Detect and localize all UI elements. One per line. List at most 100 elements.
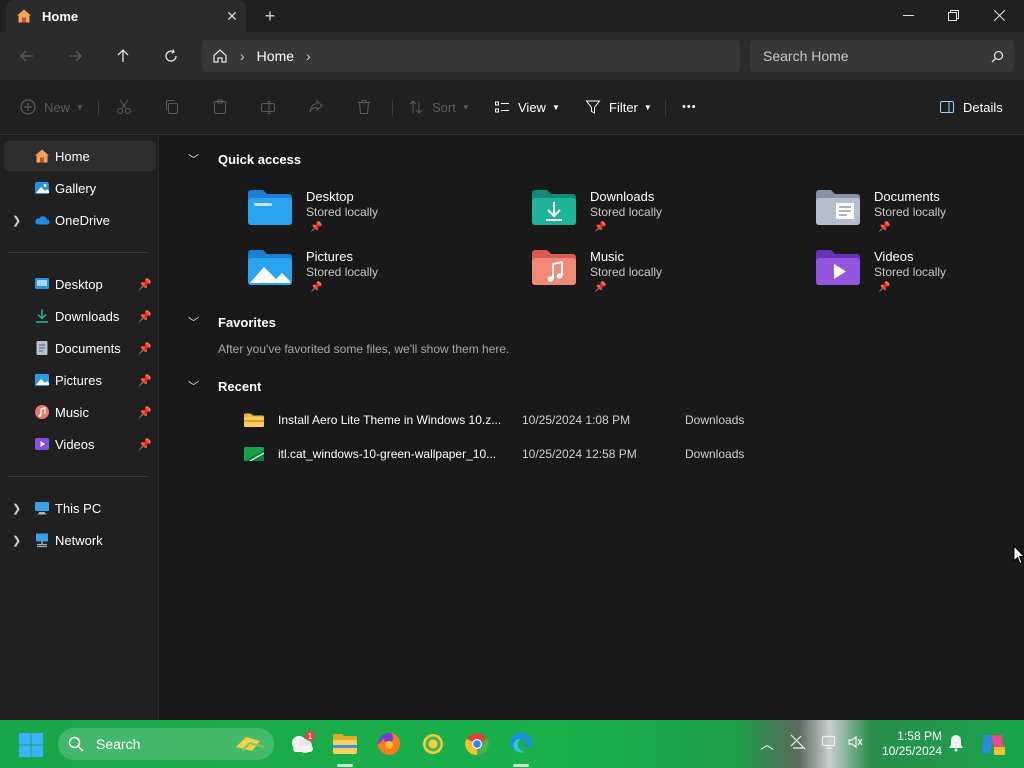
paste-button[interactable] xyxy=(212,95,228,119)
firefox-icon[interactable] xyxy=(375,730,403,758)
chevron-up-icon[interactable]: ︿ xyxy=(760,734,774,754)
notification-bell-icon[interactable] xyxy=(948,734,964,752)
weather-app-icon[interactable]: 1 xyxy=(288,730,316,758)
sidebar-item-network[interactable]: ❯ Network xyxy=(4,525,156,555)
pin-icon[interactable]: 📌 xyxy=(138,342,152,355)
sidebar-item-documents[interactable]: Documents 📌 xyxy=(4,333,156,363)
sidebar-item-downloads[interactable]: Downloads 📌 xyxy=(4,301,156,331)
pin-icon: 📌 xyxy=(310,282,323,293)
quick-access-item-documents[interactable]: Documents Stored locally 📌 xyxy=(816,189,1024,245)
sidebar-item-music[interactable]: Music 📌 xyxy=(4,397,156,427)
folder-status: Stored locally xyxy=(306,205,379,219)
delete-button[interactable] xyxy=(356,95,372,119)
rename-icon xyxy=(261,101,275,114)
rename-button[interactable] xyxy=(260,95,276,119)
sidebar-item-home[interactable]: Home xyxy=(4,141,156,171)
videos-folder-icon xyxy=(816,250,860,285)
search-input[interactable]: Search Home xyxy=(750,40,1014,72)
sidebar-item-label: Home xyxy=(55,148,90,164)
sidebar-item-label: Documents xyxy=(55,340,121,356)
sidebar-item-pictures[interactable]: Pictures 📌 xyxy=(4,365,156,395)
folder-name: Documents xyxy=(874,189,940,204)
sidebar-item-videos[interactable]: Videos 📌 xyxy=(4,429,156,459)
restore-button[interactable] xyxy=(930,0,976,30)
sidebar-item-onedrive[interactable]: ❯ OneDrive xyxy=(4,205,156,235)
address-bar: › Home › Search Home xyxy=(0,32,1024,80)
refresh-button[interactable] xyxy=(157,42,185,70)
recent-file-date: 10/25/2024 12:58 PM xyxy=(522,447,637,461)
documents-folder-icon xyxy=(36,341,48,355)
favorites-header[interactable]: ﹀ Favorites xyxy=(188,312,276,332)
pictures-folder-icon xyxy=(248,250,292,285)
system-clock[interactable]: 1:58 PM 10/25/2024 xyxy=(870,729,942,759)
copy-button[interactable] xyxy=(164,95,180,119)
sidebar-item-this-pc[interactable]: ❯ This PC xyxy=(4,493,156,523)
chevron-right-icon[interactable]: ❯ xyxy=(12,502,21,515)
videos-folder-icon xyxy=(35,438,49,450)
browser-canary-icon[interactable] xyxy=(419,730,447,758)
volume-icon[interactable] xyxy=(847,734,863,750)
filter-button[interactable]: Filter ▼ xyxy=(585,95,652,119)
new-button[interactable]: New ▼ xyxy=(20,95,84,119)
pin-icon[interactable]: 📌 xyxy=(138,406,152,419)
file-explorer-icon[interactable] xyxy=(331,730,359,758)
close-tab-icon[interactable]: ✕ xyxy=(218,2,246,30)
edge-icon[interactable] xyxy=(507,730,535,758)
recent-row[interactable]: Install Aero Lite Theme in Windows 10.z.… xyxy=(244,407,864,433)
cut-button[interactable] xyxy=(116,95,132,119)
chevron-right-icon[interactable]: ❯ xyxy=(12,534,21,547)
chrome-icon[interactable] xyxy=(463,730,491,758)
sidebar-item-gallery[interactable]: Gallery xyxy=(4,173,156,203)
content-pane: ﹀ Quick access Desktop Stored locally 📌 … xyxy=(160,136,1024,720)
quick-access-item-pictures[interactable]: Pictures Stored locally 📌 xyxy=(248,249,508,305)
quick-access-item-desktop[interactable]: Desktop Stored locally 📌 xyxy=(248,189,508,245)
breadcrumb[interactable]: › Home › xyxy=(202,40,740,72)
sidebar-item-desktop[interactable]: Desktop 📌 xyxy=(4,269,156,299)
chevron-right-icon[interactable]: › xyxy=(306,48,311,64)
quick-access-header[interactable]: ﹀ Quick access xyxy=(188,149,301,169)
notification-badge: 1 xyxy=(308,732,313,741)
breadcrumb-home[interactable]: Home xyxy=(257,48,294,64)
zip-folder-icon xyxy=(244,413,264,427)
quick-access-item-downloads[interactable]: Downloads Stored locally 📌 xyxy=(532,189,792,245)
back-button[interactable] xyxy=(13,42,41,70)
folder-status: Stored locally xyxy=(590,265,663,279)
new-tab-button[interactable]: + xyxy=(258,4,282,28)
chevron-right-icon[interactable]: › xyxy=(240,48,245,64)
details-pane-icon xyxy=(940,101,954,113)
details-button[interactable]: Details xyxy=(939,95,1003,119)
chevron-down-icon[interactable]: ﹀ xyxy=(188,378,218,394)
view-button[interactable]: View ▼ xyxy=(494,95,560,119)
recent-header[interactable]: ﹀ Recent xyxy=(188,376,261,396)
image-file-icon xyxy=(244,447,264,461)
quick-access-item-music[interactable]: Music Stored locally 📌 xyxy=(532,249,792,305)
recent-row[interactable]: itl.cat_windows-10-green-wallpaper_10...… xyxy=(244,441,864,467)
more-options-button[interactable]: ••• xyxy=(682,95,697,119)
chevron-down-icon[interactable]: ﹀ xyxy=(188,314,218,330)
sidebar-item-label: Desktop xyxy=(55,276,103,292)
up-button[interactable] xyxy=(109,42,137,70)
sidebar-item-label: This PC xyxy=(55,500,102,516)
display-icon[interactable] xyxy=(821,734,837,750)
windows-start-icon[interactable] xyxy=(18,732,44,758)
network-disconnected-icon[interactable] xyxy=(790,734,806,750)
pin-icon[interactable]: 📌 xyxy=(138,374,152,387)
folder-status: Stored locally xyxy=(306,265,379,279)
quick-access-item-videos[interactable]: Videos Stored locally 📌 xyxy=(816,249,1024,305)
tab-title: Home xyxy=(42,8,79,24)
minimize-button[interactable] xyxy=(885,0,931,30)
pin-icon[interactable]: 📌 xyxy=(138,310,152,323)
share-button[interactable] xyxy=(308,95,324,119)
close-window-button[interactable] xyxy=(976,0,1022,30)
tab-home[interactable]: Home ✕ xyxy=(6,0,246,32)
sort-button[interactable]: Sort ▼ xyxy=(408,95,470,119)
taskbar-search[interactable]: Search xyxy=(58,728,274,760)
chevron-right-icon[interactable]: ❯ xyxy=(12,214,21,227)
home-icon xyxy=(35,149,49,163)
trash-icon xyxy=(358,100,370,114)
forward-button[interactable] xyxy=(61,42,89,70)
pin-icon[interactable]: 📌 xyxy=(138,438,152,451)
pin-icon[interactable]: 📌 xyxy=(138,278,152,291)
chevron-down-icon[interactable]: ﹀ xyxy=(188,151,218,167)
copilot-icon[interactable] xyxy=(980,732,1006,756)
